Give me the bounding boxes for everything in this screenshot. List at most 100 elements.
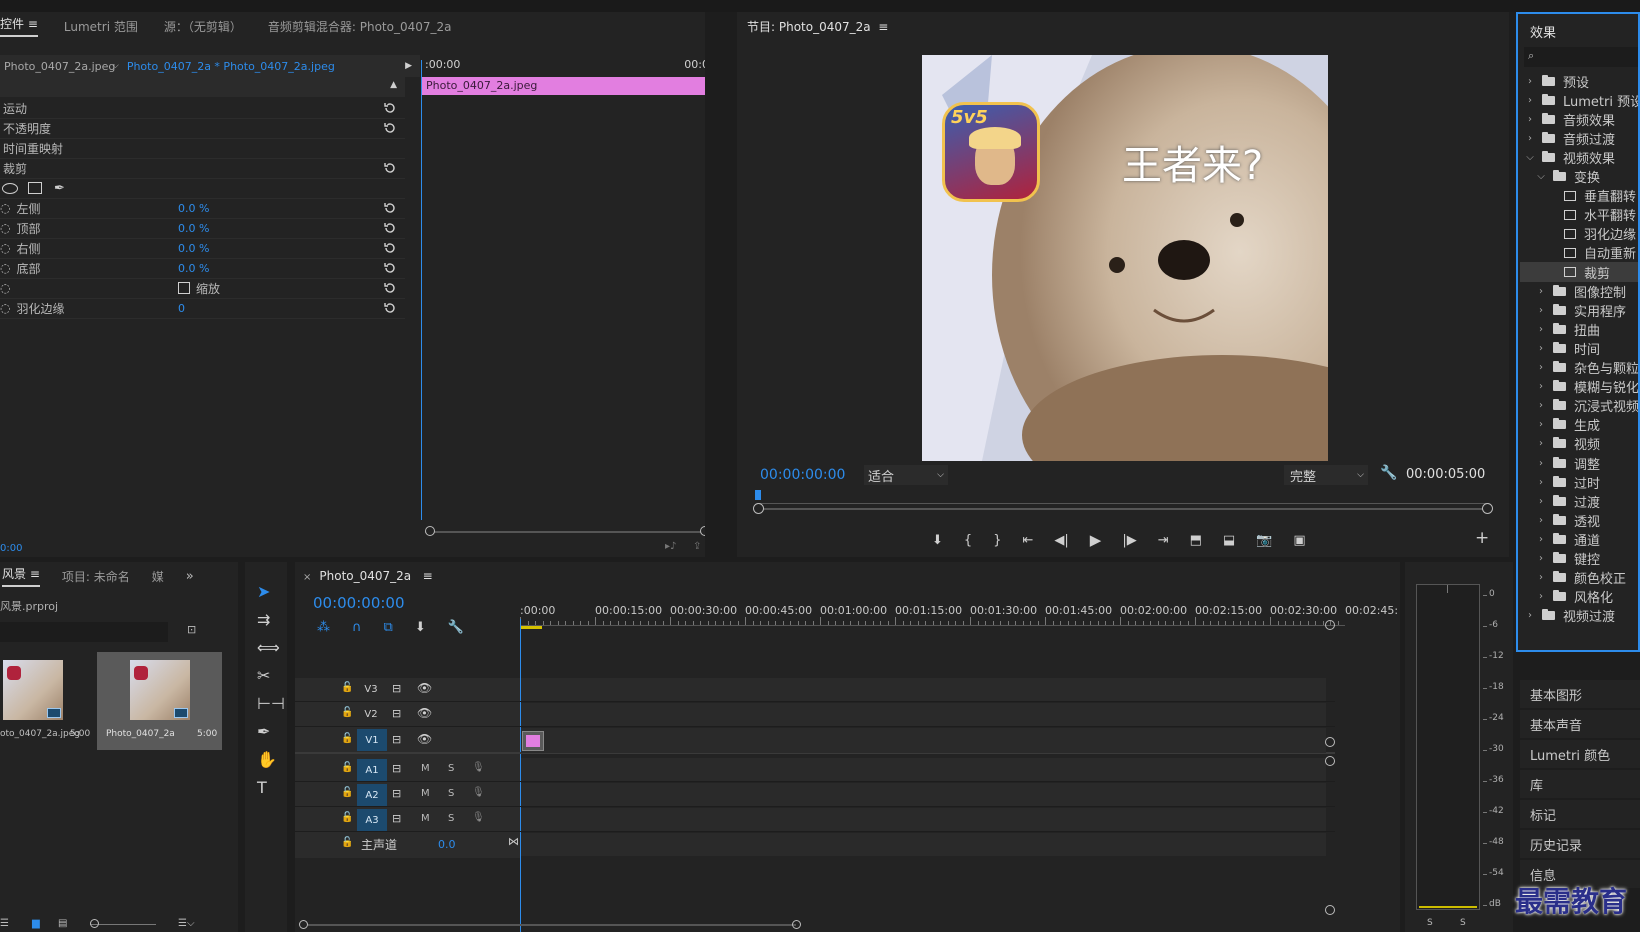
tab-lumetri-scopes[interactable]: Lumetri 范围 (64, 18, 138, 35)
microphone-icon[interactable]: 🎙 (472, 812, 485, 823)
zoom-checkbox[interactable] (178, 282, 190, 294)
reset-icon[interactable] (383, 261, 397, 275)
tab-media[interactable]: 媒 (152, 568, 164, 585)
chevron-down-icon[interactable]: ⌵ (1524, 152, 1536, 163)
stack-panel-item[interactable]: 历史记录 (1520, 830, 1640, 858)
prop-value[interactable]: 0.0 % (178, 202, 209, 215)
chevron-right-icon[interactable]: › (1535, 286, 1547, 297)
chevron-right-icon[interactable]: › (1535, 419, 1547, 430)
solo-button[interactable]: S (448, 763, 454, 774)
sequence-clip-name[interactable]: Photo_0407_2a * Photo_0407_2a.jpeg (127, 60, 335, 73)
chevron-right-icon[interactable]: › (1535, 515, 1547, 526)
prop-value[interactable]: 0 (178, 302, 185, 315)
audio-scroll-handle-bottom[interactable] (1325, 905, 1335, 915)
effects-tree-item[interactable]: › Lumetri 预设 (1524, 90, 1638, 110)
zoom-slider-handle[interactable] (90, 919, 99, 928)
sync-lock-icon[interactable]: ⊟ (392, 707, 401, 720)
lock-icon[interactable]: 🔓 (341, 733, 353, 744)
tab-effect-controls[interactable]: 控件 ≡ (0, 15, 38, 37)
chevron-right-icon[interactable]: › (1535, 572, 1547, 583)
effects-search-input[interactable]: ⌕ (1524, 47, 1638, 67)
effects-title[interactable]: 效果 (1530, 22, 1556, 41)
reset-icon[interactable] (383, 241, 397, 255)
effects-tree-item[interactable]: ⌵ 变换 (1535, 167, 1638, 187)
chevron-down-icon[interactable]: ⌵ (1535, 171, 1547, 182)
timeline-ruler[interactable]: :00:00 00:00:15:00 00:00:30:00 00:00:45:00 0… (520, 602, 1398, 626)
compare-icon[interactable]: ▣ (1293, 533, 1305, 548)
mark-in-icon[interactable]: { (964, 533, 972, 548)
reset-icon[interactable] (383, 301, 397, 315)
chevron-right-icon[interactable]: › (1535, 305, 1547, 316)
freeform-view-icon[interactable]: ▤ (58, 918, 67, 929)
timeline-timecode[interactable]: 00:00:00:00 (313, 594, 405, 612)
effects-tree-item[interactable]: ⌵ 视频效果 (1524, 147, 1638, 167)
solo-button[interactable]: S (448, 788, 454, 799)
chevron-right-icon[interactable]: › (1535, 591, 1547, 602)
effects-tree-item[interactable]: › 时间 (1535, 338, 1638, 358)
effect-controls-timecode[interactable]: 0:00 (0, 543, 22, 554)
project-item-selected[interactable]: Photo_0407_2a 5:00 (97, 652, 222, 750)
meter-solo-left[interactable]: S (1427, 918, 1433, 928)
effects-tree-item[interactable]: › 透视 (1535, 510, 1638, 530)
chevron-right-icon[interactable]: › (1535, 381, 1547, 392)
effects-tree-item[interactable]: › 杂色与颗粒 (1535, 358, 1638, 378)
sync-lock-icon[interactable]: ⊟ (392, 733, 401, 746)
reset-icon[interactable] (383, 281, 397, 295)
panel-menu-icon[interactable]: ≡ (28, 17, 38, 31)
effects-tree-item[interactable]: › 视频 (1535, 434, 1638, 454)
snap-icon[interactable]: ∩ (352, 620, 362, 635)
razor-tool-icon[interactable]: ✂ (257, 666, 285, 685)
sync-lock-icon[interactable]: ⊟ (392, 682, 401, 695)
prop-value[interactable]: 0.0 % (178, 222, 209, 235)
tab-bin[interactable]: 风景 ≡ (2, 565, 40, 587)
wrench-icon[interactable]: 🔧 (1380, 465, 1397, 481)
prop-time-remap[interactable]: 时间重映射 (0, 138, 405, 159)
effects-tree-item[interactable]: 自动重新 (1546, 243, 1638, 263)
go-to-in-icon[interactable]: ⇤ (1022, 533, 1033, 548)
chevron-right-icon[interactable]: › (1535, 343, 1547, 354)
zoom-slider[interactable] (90, 924, 156, 925)
tab-sequence[interactable]: × Photo_0407_2a ≡ (303, 569, 433, 583)
program-current-timecode[interactable]: 00:00:00:00 (760, 467, 845, 483)
track-label[interactable]: V3 (357, 678, 385, 700)
master-track-value[interactable]: 0.0 (438, 838, 456, 851)
effects-tree-item[interactable]: 裁剪 (1520, 262, 1638, 282)
add-marker-icon[interactable]: ⬇ (415, 620, 426, 635)
sync-lock-icon[interactable]: ⊟ (392, 762, 401, 775)
lock-icon[interactable]: 🔓 (341, 762, 353, 773)
lock-icon[interactable]: 🔓 (341, 682, 353, 693)
video-frame[interactable]: 5v5 王者来? (922, 55, 1328, 461)
panel-menu-icon[interactable]: ≡ (30, 567, 40, 581)
stopwatch-icon[interactable]: ◌ (0, 241, 10, 255)
add-marker-icon[interactable]: ⬇ (932, 533, 943, 548)
extract-icon[interactable]: ⬓ (1223, 533, 1235, 548)
rectangle-mask-icon[interactable] (28, 182, 42, 194)
close-icon[interactable]: × (303, 572, 311, 583)
lock-icon[interactable]: 🔓 (341, 787, 353, 798)
mini-playhead[interactable] (421, 60, 422, 520)
microphone-icon[interactable]: 🎙 (472, 787, 485, 798)
chevron-right-icon[interactable]: › (1535, 477, 1547, 488)
effects-tree-item[interactable]: › 过时 (1535, 472, 1638, 492)
lock-icon[interactable]: 🔓 (341, 707, 353, 718)
selection-tool-icon[interactable]: ➤ (257, 582, 285, 601)
stopwatch-icon[interactable]: ◌ (0, 221, 10, 235)
go-to-out-icon[interactable]: ⇥ (1158, 533, 1169, 548)
mark-out-icon[interactable]: } (993, 533, 1001, 548)
mini-scrollbar[interactable] (425, 526, 705, 536)
effects-tree-item[interactable]: › 音频效果 (1524, 109, 1638, 129)
tab-program[interactable]: 节目: Photo_0407_2a ≡ (747, 18, 888, 35)
lift-icon[interactable]: ⬒ (1190, 533, 1202, 548)
prop-motion[interactable]: 运动 (0, 98, 405, 119)
mute-button[interactable]: M (421, 788, 430, 799)
chevron-right-icon[interactable]: › (1535, 553, 1547, 564)
mute-button[interactable]: M (421, 763, 430, 774)
chevron-right-icon[interactable]: › (1535, 438, 1547, 449)
chevron-right-icon[interactable]: › (1524, 610, 1536, 621)
work-area-bar[interactable] (520, 626, 542, 629)
effects-tree-item[interactable]: 垂直翻转 (1546, 186, 1638, 206)
tab-audio-clip-mixer[interactable]: 音频剪辑混合器: Photo_0407_2a (268, 18, 452, 35)
effects-tree-item[interactable]: › 键控 (1535, 549, 1638, 569)
reset-icon[interactable] (383, 161, 397, 175)
tab-project[interactable]: 项目: 未命名 (62, 568, 130, 585)
